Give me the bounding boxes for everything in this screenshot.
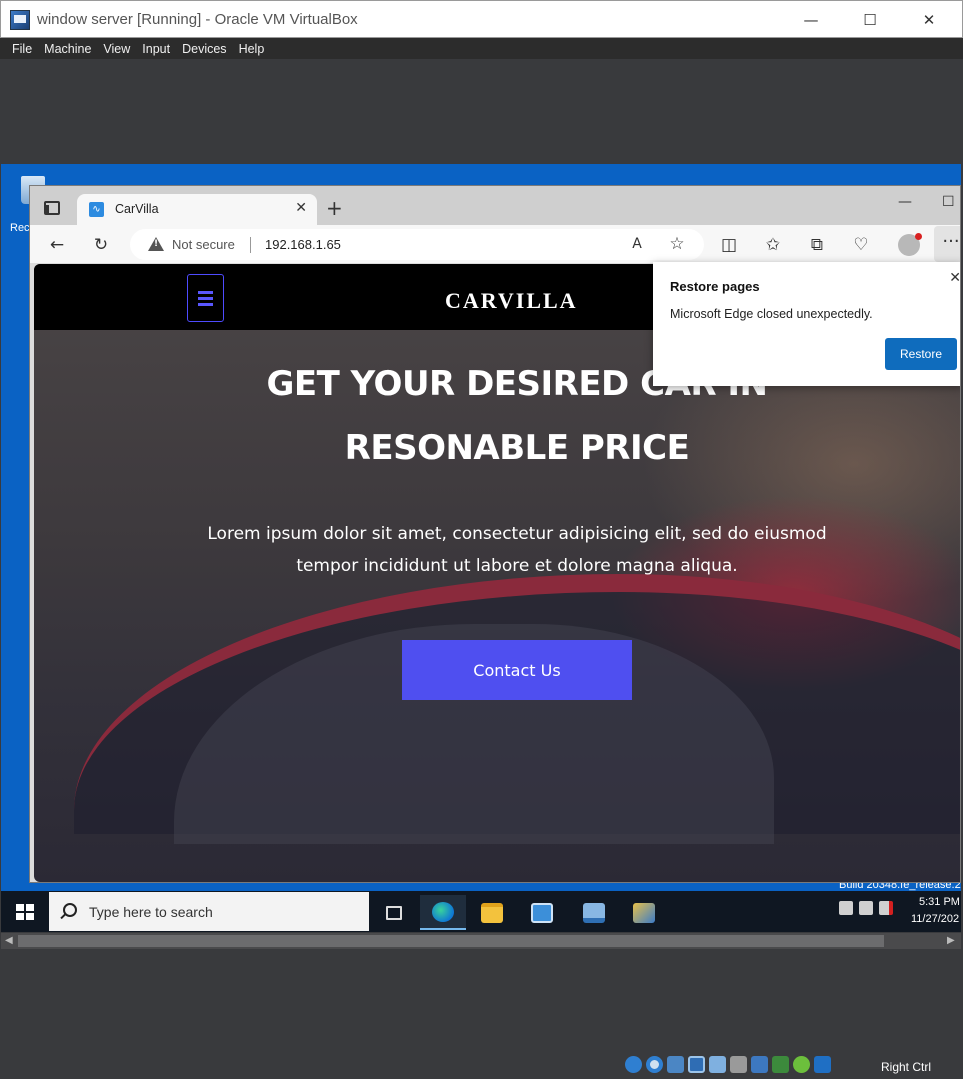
tab-carvilla[interactable]: ∿ CarVilla ✕ <box>77 194 317 225</box>
desktop-icon-label: Rec <box>10 222 30 234</box>
performance-icon[interactable]: ♡ <box>850 234 872 256</box>
read-aloud-icon[interactable]: A <box>626 233 648 255</box>
scroll-left-icon[interactable]: ◀ <box>5 935 13 946</box>
search-icon <box>63 903 77 917</box>
virtualbox-status-bar <box>625 1056 831 1073</box>
browser-toolbar: ← ↻ Not secure 192.168.1.65 A ☆ ◫ ✩ ⧉ ♡ … <box>30 225 960 263</box>
hero-description: Lorem ipsum dolor sit amet, consectetur … <box>207 524 827 576</box>
optical-drive-icon[interactable] <box>646 1056 663 1073</box>
contact-us-button[interactable]: Contact Us <box>402 640 632 700</box>
host-key-label: Right Ctrl <box>881 1060 932 1074</box>
clock-date[interactable]: 11/27/202 <box>911 913 959 925</box>
file-explorer-icon[interactable] <box>469 895 515 930</box>
restore-close-icon[interactable]: ✕ <box>949 270 960 286</box>
restore-button[interactable]: Restore <box>885 338 957 370</box>
hero-title-line-2: RESONABLE PRICE <box>344 428 690 468</box>
usb-icon[interactable] <box>709 1056 726 1073</box>
audio-icon[interactable] <box>667 1056 684 1073</box>
guest-taskbar: Type here to search 5:31 PM 11/27/202 <box>1 891 961 932</box>
minimize-button[interactable]: — <box>788 7 834 33</box>
virtualbox-menu-bar: File Machine View Input Devices Help <box>0 38 963 59</box>
menu-help[interactable]: Help <box>233 42 271 56</box>
scroll-right-icon[interactable]: ▶ <box>947 935 955 946</box>
favorites-icon[interactable]: ✩ <box>762 234 784 256</box>
address-bar[interactable]: Not secure 192.168.1.65 A ☆ <box>130 229 704 260</box>
control-panel-icon[interactable] <box>571 895 617 930</box>
site-brand[interactable]: CARVILLA <box>445 288 578 314</box>
clock-time[interactable]: 5:31 PM <box>919 896 960 908</box>
not-secure-label[interactable]: Not secure <box>172 237 235 252</box>
favicon-icon: ∿ <box>89 202 104 217</box>
new-tab-button[interactable]: + <box>326 196 343 220</box>
system-tray[interactable] <box>839 901 893 915</box>
guest-screen[interactable]: Rec Build 20348.fe_release.2 ∿ CarVilla … <box>1 164 961 932</box>
restore-popup-message: Microsoft Edge closed unexpectedly. <box>670 307 873 321</box>
edge-window: ∿ CarVilla ✕ + — ☐ ← ↻ Not secure 192.16… <box>29 185 961 883</box>
url-text[interactable]: 192.168.1.65 <box>265 237 341 252</box>
admin-tools-icon[interactable] <box>621 895 667 930</box>
mouse-integration-icon[interactable] <box>814 1056 831 1073</box>
menu-devices[interactable]: Devices <box>176 42 232 56</box>
recording-icon[interactable] <box>772 1056 789 1073</box>
split-screen-icon[interactable]: ◫ <box>718 234 740 256</box>
tab-strip: ∿ CarVilla ✕ + — ☐ <box>30 186 960 225</box>
windows-start-icon[interactable] <box>16 904 34 920</box>
hard-disk-icon[interactable] <box>625 1056 642 1073</box>
menu-machine[interactable]: Machine <box>38 42 97 56</box>
tab-title: CarVilla <box>115 202 159 216</box>
network-icon[interactable] <box>688 1056 705 1073</box>
window-title: window server [Running] - Oracle VM Virt… <box>37 11 358 28</box>
more-options-button[interactable]: ··· <box>934 226 960 262</box>
tab-actions-icon[interactable] <box>44 201 60 215</box>
back-arrow-icon[interactable]: ← <box>46 234 68 256</box>
collections-icon[interactable]: ⧉ <box>806 234 828 256</box>
edge-taskbar-icon[interactable] <box>420 895 466 930</box>
maximize-button[interactable]: ☐ <box>847 7 893 33</box>
restore-popup-title: Restore pages <box>670 279 760 294</box>
edge-maximize-button[interactable]: ☐ <box>942 194 955 210</box>
profile-avatar[interactable] <box>898 233 922 256</box>
display-icon[interactable] <box>751 1056 768 1073</box>
horizontal-scrollbar[interactable]: ◀ ▶ <box>1 933 961 949</box>
task-view-icon[interactable] <box>371 895 417 930</box>
taskbar-search-box[interactable]: Type here to search <box>49 892 369 931</box>
volume-muted-icon[interactable] <box>879 901 893 915</box>
search-placeholder: Type here to search <box>89 904 213 920</box>
address-separator <box>250 237 251 253</box>
cpu-icon[interactable] <box>793 1056 810 1073</box>
favorite-star-icon[interactable]: ☆ <box>666 233 688 255</box>
shared-folders-icon[interactable] <box>730 1056 747 1073</box>
virtualbox-title-bar: window server [Running] - Oracle VM Virt… <box>0 0 963 38</box>
menu-file[interactable]: File <box>6 42 38 56</box>
hamburger-menu-button[interactable] <box>187 274 224 322</box>
monitor-tray-icon[interactable] <box>859 901 873 915</box>
virtualbox-app-icon <box>10 10 30 30</box>
close-button[interactable]: ✕ <box>906 7 952 33</box>
restore-pages-popup: Restore pages Microsoft Edge closed unex… <box>653 262 960 386</box>
network-tray-icon[interactable] <box>839 901 853 915</box>
refresh-icon[interactable]: ↻ <box>90 234 112 256</box>
tab-close-icon[interactable]: ✕ <box>295 200 307 216</box>
menu-view[interactable]: View <box>97 42 136 56</box>
menu-input[interactable]: Input <box>136 42 176 56</box>
edge-minimize-button[interactable]: — <box>898 194 912 210</box>
warning-icon <box>148 237 164 251</box>
server-manager-icon[interactable] <box>519 895 565 930</box>
scrollbar-thumb[interactable] <box>18 935 884 947</box>
